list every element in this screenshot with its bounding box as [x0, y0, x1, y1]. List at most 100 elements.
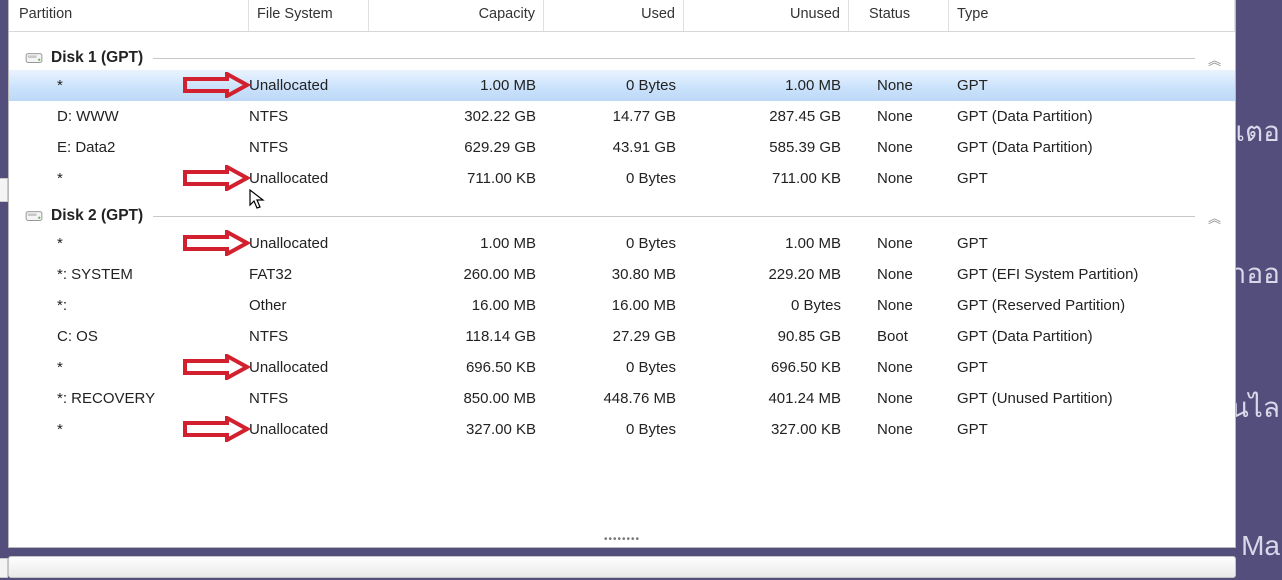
collapse-icon[interactable]: ︽ — [1208, 208, 1221, 227]
cell-capacity: 629.29 GB — [369, 139, 544, 156]
cell-unused: 1.00 MB — [684, 235, 849, 252]
cell-filesystem: Other — [249, 297, 369, 314]
cell-capacity: 260.00 MB — [369, 266, 544, 283]
bottom-panel[interactable] — [8, 556, 1236, 578]
cell-partition-name: C: OS — [9, 328, 249, 345]
column-header-row: Partition File System Capacity Used Unus… — [9, 0, 1235, 32]
cell-status: None — [849, 139, 949, 156]
cell-unused: 401.24 MB — [684, 390, 849, 407]
header-capacity[interactable]: Capacity — [369, 0, 544, 31]
disk-icon — [25, 51, 43, 65]
cell-unused: 696.50 KB — [684, 359, 849, 376]
cell-capacity: 302.22 GB — [369, 108, 544, 125]
cell-filesystem: FAT32 — [249, 266, 369, 283]
partition-row[interactable]: C: OSNTFS118.14 GB27.29 GB90.85 GBBootGP… — [9, 321, 1235, 352]
header-filesystem[interactable]: File System — [249, 0, 369, 31]
cell-capacity: 1.00 MB — [369, 235, 544, 252]
cell-unused: 229.20 MB — [684, 266, 849, 283]
cell-used: 14.77 GB — [544, 108, 684, 125]
cell-unused: 327.00 KB — [684, 421, 849, 438]
partition-row[interactable]: *Unallocated696.50 KB0 Bytes696.50 KBNon… — [9, 352, 1235, 383]
cell-filesystem: Unallocated — [249, 170, 369, 187]
cell-used: 0 Bytes — [544, 421, 684, 438]
left-handle[interactable] — [0, 178, 8, 202]
header-unused[interactable]: Unused — [684, 0, 849, 31]
cell-type: GPT (Data Partition) — [949, 328, 1235, 345]
cell-type: GPT (Data Partition) — [949, 108, 1235, 125]
partition-row[interactable]: D: WWWNTFS302.22 GB14.77 GB287.45 GBNone… — [9, 101, 1235, 132]
cell-unused: 0 Bytes — [684, 297, 849, 314]
collapse-icon[interactable]: ︽ — [1208, 50, 1221, 69]
cell-type: GPT (Reserved Partition) — [949, 297, 1235, 314]
partition-panel: Partition File System Capacity Used Unus… — [8, 0, 1236, 548]
cell-partition-name: *: SYSTEM — [9, 266, 249, 283]
cell-type: GPT — [949, 235, 1235, 252]
cell-capacity: 16.00 MB — [369, 297, 544, 314]
header-status[interactable]: Status — [849, 0, 949, 31]
cell-type: GPT — [949, 77, 1235, 94]
cell-used: 0 Bytes — [544, 359, 684, 376]
cell-capacity: 327.00 KB — [369, 421, 544, 438]
cell-partition-name: E: Data2 — [9, 139, 249, 156]
cell-used: 43.91 GB — [544, 139, 684, 156]
cell-filesystem: NTFS — [249, 390, 369, 407]
cell-used: 30.80 MB — [544, 266, 684, 283]
partition-row[interactable]: *Unallocated1.00 MB0 Bytes1.00 MBNoneGPT — [9, 228, 1235, 259]
partition-row[interactable]: *Unallocated1.00 MB0 Bytes1.00 MBNoneGPT — [9, 70, 1235, 101]
cell-type: GPT — [949, 421, 1235, 438]
disk-title: Disk 1 (GPT) — [51, 49, 143, 67]
cell-used: 16.00 MB — [544, 297, 684, 314]
partition-row[interactable]: *Unallocated711.00 KB0 Bytes711.00 KBNon… — [9, 163, 1235, 194]
cell-filesystem: NTFS — [249, 328, 369, 345]
resize-handle[interactable]: •••••••• — [604, 534, 640, 545]
cell-partition-name: *: RECOVERY — [9, 390, 249, 407]
cell-status: Boot — [849, 328, 949, 345]
cell-type: GPT — [949, 170, 1235, 187]
partition-row[interactable]: *:Other16.00 MB16.00 MB0 BytesNoneGPT (R… — [9, 290, 1235, 321]
disk-icon — [25, 209, 43, 223]
cell-used: 0 Bytes — [544, 170, 684, 187]
cell-unused: 585.39 GB — [684, 139, 849, 156]
cell-unused: 1.00 MB — [684, 77, 849, 94]
cell-type: GPT — [949, 359, 1235, 376]
disk-group-header[interactable]: Disk 1 (GPT) ︽ — [9, 46, 1235, 70]
cell-capacity: 850.00 MB — [369, 390, 544, 407]
group-divider — [153, 58, 1195, 59]
cell-capacity: 711.00 KB — [369, 170, 544, 187]
cell-partition-name: * — [9, 77, 249, 94]
left-handle[interactable] — [0, 558, 8, 578]
cell-status: None — [849, 266, 949, 283]
cell-partition-name: * — [9, 235, 249, 252]
partition-row[interactable]: E: Data2NTFS629.29 GB43.91 GB585.39 GBNo… — [9, 132, 1235, 163]
cell-used: 0 Bytes — [544, 77, 684, 94]
cell-unused: 711.00 KB — [684, 170, 849, 187]
cell-status: None — [849, 108, 949, 125]
cell-used: 0 Bytes — [544, 235, 684, 252]
cell-capacity: 118.14 GB — [369, 328, 544, 345]
cell-partition-name: *: — [9, 297, 249, 314]
cell-type: GPT (Data Partition) — [949, 139, 1235, 156]
cell-partition-name: * — [9, 421, 249, 438]
partition-row[interactable]: *: RECOVERYNTFS850.00 MB448.76 MB401.24 … — [9, 383, 1235, 414]
cell-filesystem: Unallocated — [249, 235, 369, 252]
background-text: Ma — [1241, 530, 1280, 562]
cell-partition-name: D: WWW — [9, 108, 249, 125]
cell-capacity: 696.50 KB — [369, 359, 544, 376]
header-partition[interactable]: Partition — [9, 0, 249, 31]
background-text: าออ — [1231, 252, 1280, 296]
cell-status: None — [849, 390, 949, 407]
header-type[interactable]: Type — [949, 0, 1235, 31]
disk-group-header[interactable]: Disk 2 (GPT) ︽ — [9, 204, 1235, 228]
partition-list[interactable]: Disk 1 (GPT)︽*Unallocated1.00 MB0 Bytes1… — [9, 32, 1235, 547]
disk-title: Disk 2 (GPT) — [51, 207, 143, 225]
cell-used: 448.76 MB — [544, 390, 684, 407]
partition-row[interactable]: *Unallocated327.00 KB0 Bytes327.00 KBNon… — [9, 414, 1235, 445]
cell-status: None — [849, 77, 949, 94]
cell-status: None — [849, 359, 949, 376]
header-used[interactable]: Used — [544, 0, 684, 31]
cell-unused: 287.45 GB — [684, 108, 849, 125]
partition-row[interactable]: *: SYSTEMFAT32260.00 MB30.80 MB229.20 MB… — [9, 259, 1235, 290]
cell-status: None — [849, 170, 949, 187]
disk-group: Disk 1 (GPT)︽*Unallocated1.00 MB0 Bytes1… — [9, 46, 1235, 194]
cell-used: 27.29 GB — [544, 328, 684, 345]
